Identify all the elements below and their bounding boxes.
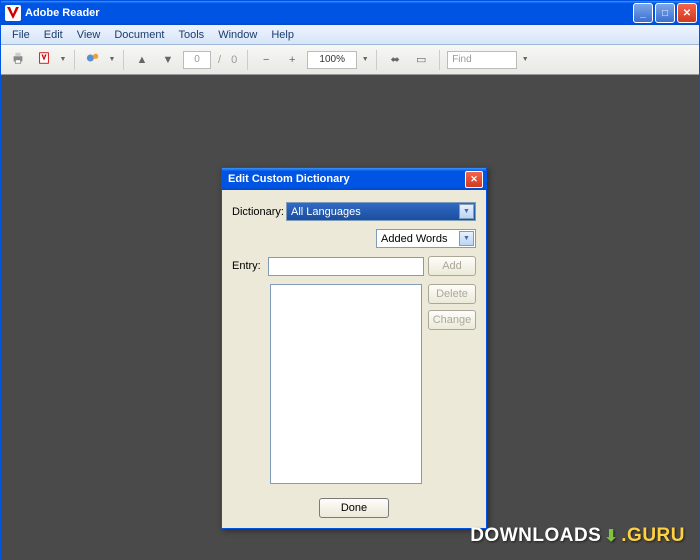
dictionary-combo[interactable]: All Languages ▼ [286, 202, 476, 221]
collaborate-icon [85, 51, 101, 68]
close-button[interactable]: ✕ [677, 3, 697, 23]
filter-value: Added Words [381, 233, 447, 245]
page-separator: / [218, 54, 221, 66]
window-controls: _ □ ✕ [633, 3, 697, 23]
menu-help[interactable]: Help [264, 27, 301, 43]
dictionary-row: Dictionary: All Languages ▼ [232, 202, 476, 221]
separator [247, 50, 248, 70]
email-button[interactable] [82, 49, 104, 71]
page-total: 0 [231, 54, 237, 66]
app-icon [5, 5, 21, 21]
maximize-button[interactable]: □ [655, 3, 675, 23]
minimize-button[interactable]: _ [633, 3, 653, 23]
fit-page-icon: ▭ [416, 53, 426, 66]
separator [439, 50, 440, 70]
find-input[interactable]: Find [447, 51, 517, 69]
fit-width-icon: ⬌ [391, 53, 400, 66]
change-button[interactable]: Change [428, 310, 476, 330]
toolbar-dropdown-2[interactable]: ▼ [108, 56, 116, 63]
dialog-title: Edit Custom Dictionary [228, 173, 465, 185]
zoom-in-button[interactable]: + [281, 49, 303, 71]
done-row: Done [232, 498, 476, 518]
document-area: Edit Custom Dictionary ✕ Dictionary: All… [1, 75, 699, 559]
delete-button[interactable]: Delete [428, 284, 476, 304]
dialog-close-button[interactable]: ✕ [465, 171, 483, 188]
separator [74, 50, 75, 70]
entry-label: Entry: [232, 260, 264, 272]
watermark-text2: .GURU [621, 525, 685, 547]
entry-input[interactable] [268, 257, 424, 276]
page-down-button[interactable]: ▼ [157, 49, 179, 71]
menu-view[interactable]: View [70, 27, 108, 43]
separator [123, 50, 124, 70]
minus-icon: − [263, 54, 269, 66]
toolbar-dropdown-1[interactable]: ▼ [59, 56, 67, 63]
fit-page-button[interactable]: ▭ [410, 49, 432, 71]
fit-width-button[interactable]: ⬌ [384, 49, 406, 71]
menu-edit[interactable]: Edit [37, 27, 70, 43]
watermark-text1: DOWNLOADS [470, 525, 601, 547]
plus-icon: + [289, 54, 295, 66]
filter-combo[interactable]: Added Words ▼ [376, 229, 476, 248]
page-number-input[interactable] [183, 51, 211, 69]
titlebar: Adobe Reader _ □ ✕ [1, 1, 699, 25]
find-dropdown[interactable]: ▼ [521, 56, 529, 63]
side-buttons: Delete Change [428, 284, 476, 484]
menu-file[interactable]: File [5, 27, 37, 43]
print-icon [11, 51, 25, 68]
arrow-up-icon: ▲ [137, 54, 148, 66]
list-row: Delete Change [232, 284, 476, 484]
menu-document[interactable]: Document [107, 27, 171, 43]
window-title: Adobe Reader [25, 7, 633, 19]
add-button[interactable]: Add [428, 256, 476, 276]
pdf-icon [37, 51, 51, 68]
menu-tools[interactable]: Tools [172, 27, 212, 43]
main-window: Adobe Reader _ □ ✕ File Edit View Docume… [0, 0, 700, 560]
zoom-level-combo[interactable]: 100% [307, 51, 357, 69]
toolbar: ▼ ▼ ▲ ▼ / 0 − + 100% ▼ ⬌ ▭ Find ▼ [1, 45, 699, 75]
edit-dictionary-dialog: Edit Custom Dictionary ✕ Dictionary: All… [221, 167, 487, 529]
zoom-out-button[interactable]: − [255, 49, 277, 71]
chevron-down-icon: ▼ [459, 204, 474, 219]
arrow-down-icon: ▼ [163, 54, 174, 66]
zoom-dropdown[interactable]: ▼ [361, 56, 369, 63]
dialog-titlebar: Edit Custom Dictionary ✕ [222, 168, 486, 190]
menubar: File Edit View Document Tools Window Hel… [1, 25, 699, 45]
word-listbox[interactable] [270, 284, 422, 484]
page-up-button[interactable]: ▲ [131, 49, 153, 71]
done-button[interactable]: Done [319, 498, 389, 518]
menu-window[interactable]: Window [211, 27, 264, 43]
print-button[interactable] [7, 49, 29, 71]
entry-row: Entry: Add [232, 256, 476, 276]
dialog-body: Dictionary: All Languages ▼ Added Words … [222, 190, 486, 528]
download-icon: ⬇ [604, 526, 618, 546]
save-button[interactable] [33, 49, 55, 71]
chevron-down-icon: ▼ [459, 231, 474, 246]
watermark: DOWNLOADS ⬇ .GURU [470, 525, 685, 547]
separator [376, 50, 377, 70]
dictionary-value: All Languages [291, 206, 361, 218]
filter-row: Added Words ▼ [232, 229, 476, 248]
dictionary-label: Dictionary: [232, 206, 282, 218]
